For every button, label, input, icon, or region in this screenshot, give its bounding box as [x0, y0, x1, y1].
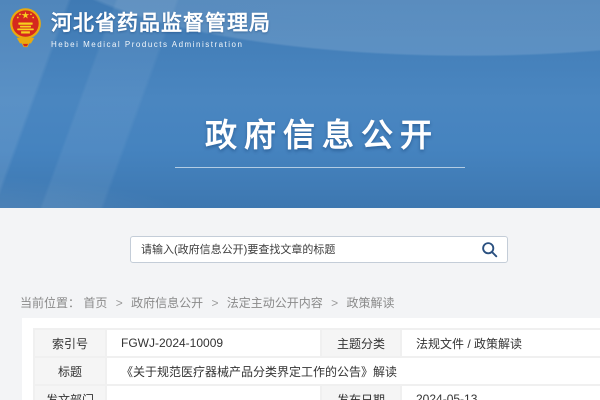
- field-value-subject-category: 法规文件 / 政策解读: [401, 329, 600, 357]
- breadcrumb-prefix: 当前位置：: [20, 296, 80, 310]
- field-label-subject-category: 主题分类: [321, 329, 401, 357]
- national-emblem-icon: [9, 7, 42, 49]
- banner-underline: [175, 167, 465, 168]
- breadcrumb-item-policy-interpretation[interactable]: 政策解读: [347, 296, 395, 310]
- search-box: [130, 236, 508, 263]
- breadcrumb-item-gov-info[interactable]: 政府信息公开: [131, 296, 203, 310]
- search-icon: [481, 241, 498, 258]
- agency-title-block: 河北省药品监督管理局 Hebei Medical Products Admini…: [51, 7, 271, 49]
- document-meta-table: 索引号 FGWJ-2024-10009 主题分类 法规文件 / 政策解读 标题 …: [33, 328, 600, 400]
- field-value-publish-date: 2024-05-13: [401, 385, 600, 400]
- table-row-department: 发文部门 发布日期 2024-05-13: [34, 385, 600, 400]
- site-header: 河北省药品监督管理局 Hebei Medical Products Admini…: [9, 7, 271, 49]
- document-card: 索引号 FGWJ-2024-10009 主题分类 法规文件 / 政策解读 标题 …: [22, 318, 600, 400]
- field-value-issuing-department: [106, 385, 321, 400]
- field-value-index-number: FGWJ-2024-10009: [106, 329, 321, 357]
- breadcrumb-separator: >: [116, 296, 123, 310]
- field-value-title: 《关于规范医疗器械产品分类界定工作的公告》解读: [106, 357, 600, 385]
- breadcrumb-separator: >: [331, 296, 338, 310]
- search-button[interactable]: [471, 237, 507, 262]
- field-label-index-number: 索引号: [34, 329, 106, 357]
- breadcrumb-item-statutory-disclosure[interactable]: 法定主动公开内容: [227, 296, 323, 310]
- field-label-issuing-department: 发文部门: [34, 385, 106, 400]
- field-label-publish-date: 发布日期: [321, 385, 401, 400]
- site-banner: 河北省药品监督管理局 Hebei Medical Products Admini…: [0, 0, 600, 208]
- table-row-index: 索引号 FGWJ-2024-10009 主题分类 法规文件 / 政策解读: [34, 329, 600, 357]
- breadcrumb-item-home[interactable]: 首页: [83, 296, 107, 310]
- breadcrumb-separator: >: [211, 296, 218, 310]
- table-row-title: 标题 《关于规范医疗器械产品分类界定工作的公告》解读: [34, 357, 600, 385]
- breadcrumb: 当前位置： 首页 > 政府信息公开 > 法定主动公开内容 > 政策解读: [20, 294, 395, 311]
- field-label-title: 标题: [34, 357, 106, 385]
- agency-name: 河北省药品监督管理局: [51, 7, 271, 37]
- agency-name-en: Hebei Medical Products Administration: [51, 40, 271, 49]
- page: 河北省药品监督管理局 Hebei Medical Products Admini…: [0, 0, 600, 400]
- search-input[interactable]: [131, 237, 471, 262]
- page-title: 政府信息公开: [0, 110, 600, 156]
